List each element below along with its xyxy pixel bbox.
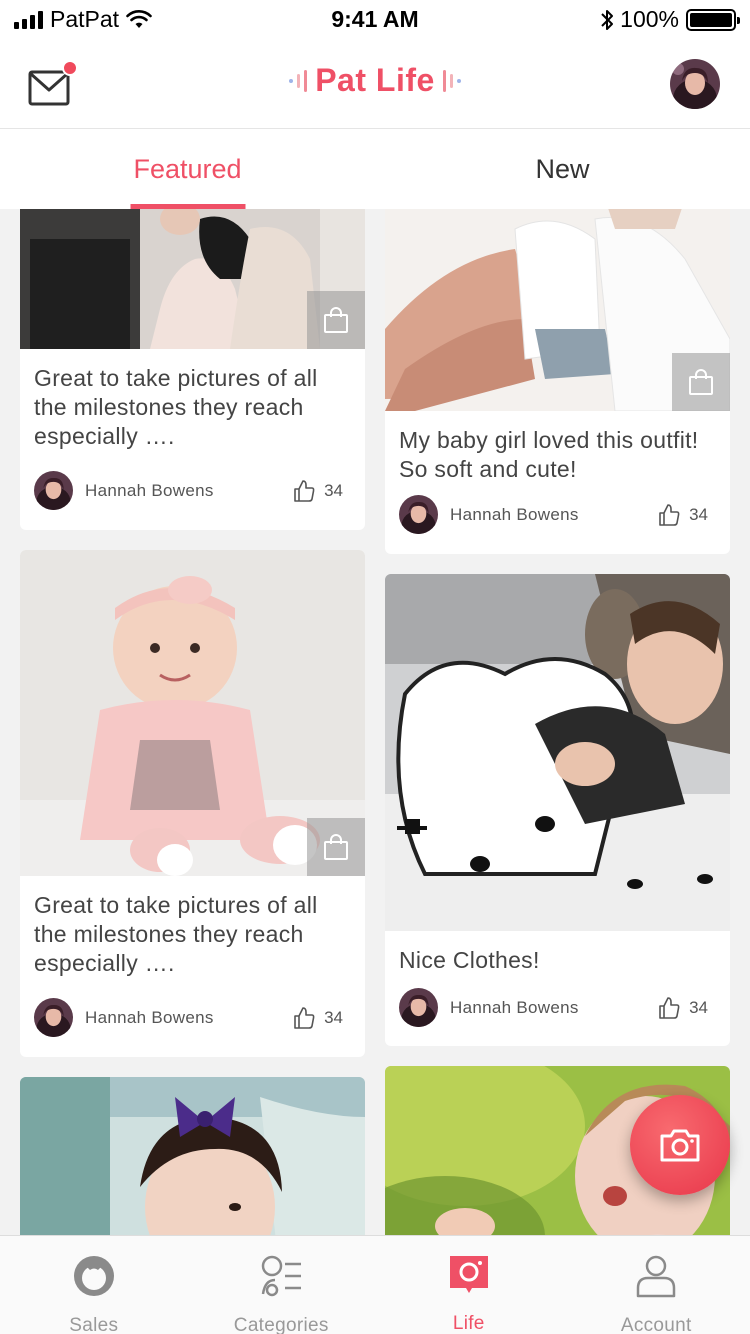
nav-categories[interactable]: Categories	[188, 1236, 376, 1334]
thumbs-up-icon	[659, 996, 680, 1019]
author-name[interactable]: Hannah Bowens	[85, 481, 292, 501]
like-button[interactable]: 34	[292, 479, 343, 503]
post-caption: Nice Clothes!	[399, 947, 540, 973]
post-photo[interactable]	[385, 574, 730, 931]
thumbs-up-icon	[294, 1006, 315, 1029]
battery-group: 100%	[600, 6, 740, 33]
post-author-row: Hannah Bowens 34	[399, 988, 708, 1027]
author-avatar[interactable]	[399, 495, 438, 534]
post-caption: Great to take pictures of all the milest…	[34, 365, 318, 449]
life-camera-icon	[447, 1254, 491, 1296]
like-count: 34	[324, 480, 343, 500]
post-photo[interactable]	[20, 209, 365, 349]
logo-bars-left	[289, 69, 308, 92]
app-header: Pat Life	[0, 42, 750, 129]
post-caption: Great to take pictures of all the milest…	[34, 892, 318, 976]
like-count: 34	[689, 997, 708, 1017]
account-icon	[634, 1254, 678, 1298]
camera-icon	[660, 1129, 700, 1162]
shopping-bag-icon	[689, 369, 713, 395]
user-avatar[interactable]	[670, 59, 720, 109]
logo-text: Pat Life	[315, 62, 435, 98]
like-button[interactable]: 34	[292, 1006, 343, 1030]
thumbs-up-icon	[294, 479, 315, 502]
like-button[interactable]: 34	[657, 996, 708, 1020]
post-card[interactable]	[20, 1077, 365, 1235]
tab-featured-label: Featured	[133, 153, 242, 184]
feed-tabs: Featured New	[0, 129, 750, 209]
post-author-row: Hannah Bowens 34	[399, 495, 708, 534]
nav-life[interactable]: Life	[375, 1236, 563, 1334]
shopping-bag-icon	[324, 307, 348, 333]
post-author-row: Hannah Bowens 34	[34, 998, 343, 1037]
post-card[interactable]: Great to take pictures of all the milest…	[20, 550, 365, 1057]
status-bar: PatPat 9:41 AM 100%	[0, 0, 750, 42]
author-avatar[interactable]	[34, 998, 73, 1037]
nav-life-label: Life	[452, 1313, 485, 1334]
battery-percent: 100%	[620, 6, 679, 32]
author-name[interactable]: Hannah Bowens	[450, 998, 657, 1018]
shop-tag-button[interactable]	[307, 818, 365, 876]
tab-new-label: New	[535, 153, 590, 184]
shop-tag-button[interactable]	[672, 353, 730, 411]
author-avatar[interactable]	[399, 988, 438, 1027]
nav-account-label: Account	[620, 1315, 692, 1334]
app-logo: Pat Life	[0, 62, 750, 99]
like-count: 34	[324, 1007, 343, 1027]
nav-account[interactable]: Account	[563, 1236, 750, 1334]
camera-post-button[interactable]	[630, 1095, 730, 1195]
shopping-bag-icon	[324, 834, 348, 860]
thumbs-up-icon	[659, 503, 680, 526]
post-card[interactable]: My baby girl loved this outfit! So soft …	[385, 209, 730, 554]
author-name[interactable]: Hannah Bowens	[450, 505, 657, 525]
nav-sales[interactable]: Sales	[0, 1236, 188, 1334]
tab-new[interactable]: New	[375, 129, 750, 209]
like-button[interactable]: 34	[657, 503, 708, 527]
categories-icon	[259, 1254, 303, 1298]
post-photo[interactable]	[20, 1077, 365, 1235]
nav-categories-label: Categories	[233, 1315, 329, 1334]
post-photo[interactable]	[385, 209, 730, 411]
author-name[interactable]: Hannah Bowens	[85, 1008, 292, 1028]
shop-tag-button[interactable]	[307, 291, 365, 349]
post-caption: My baby girl loved this outfit! So soft …	[399, 427, 699, 482]
battery-icon	[686, 8, 740, 31]
logo-bars-right	[442, 69, 461, 92]
sales-icon	[72, 1254, 116, 1298]
post-card[interactable]: Great to take pictures of all the milest…	[20, 209, 365, 530]
bluetooth-icon	[601, 9, 614, 30]
post-card[interactable]: Nice Clothes! Hannah Bowens 34	[385, 574, 730, 1046]
post-feed[interactable]: Great to take pictures of all the milest…	[0, 209, 750, 1235]
post-author-row: Hannah Bowens 34	[34, 471, 343, 510]
bottom-tab-bar: Sales Categories Life Account	[0, 1235, 750, 1334]
author-avatar[interactable]	[34, 471, 73, 510]
nav-sales-label: Sales	[69, 1315, 119, 1334]
tab-featured[interactable]: Featured	[0, 129, 375, 209]
like-count: 34	[689, 504, 708, 524]
post-photo[interactable]	[20, 550, 365, 876]
